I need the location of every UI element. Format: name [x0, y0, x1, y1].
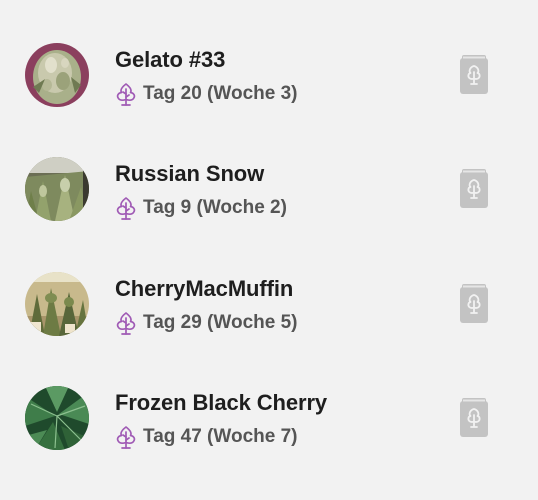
plant-list-item[interactable]: Gelato #33 Tag 20 (Woche 3) [0, 26, 538, 126]
plant-list-item[interactable]: Frozen Black Cherry Tag 47 (Woche 7) [0, 369, 538, 469]
plant-age: Tag 29 (Woche 5) [143, 312, 298, 333]
diary-book-icon[interactable] [458, 397, 490, 439]
plant-list: Gelato #33 Tag 20 (Woche 3) Russian Snow… [0, 0, 538, 500]
plant-age: Tag 9 (Woche 2) [143, 197, 287, 218]
plant-age: Tag 47 (Woche 7) [143, 426, 298, 447]
plant-icon [115, 82, 137, 106]
plant-age-info: Tag 47 (Woche 7) [115, 424, 298, 450]
plant-icon [115, 425, 137, 449]
plant-avatar [25, 272, 89, 336]
plant-age: Tag 20 (Woche 3) [143, 83, 298, 104]
plant-name: Russian Snow [115, 161, 265, 186]
plant-icon [115, 311, 137, 335]
plant-name: Frozen Black Cherry [115, 390, 328, 415]
plant-name: CherryMacMuffin [115, 276, 294, 301]
plant-avatar [25, 386, 89, 450]
plant-icon [115, 196, 137, 220]
diary-book-icon[interactable] [458, 54, 490, 96]
plant-avatar [25, 43, 89, 107]
diary-book-icon[interactable] [458, 168, 490, 210]
diary-book-icon[interactable] [458, 283, 490, 325]
plant-age-info: Tag 29 (Woche 5) [115, 310, 298, 336]
plant-name: Gelato #33 [115, 47, 226, 72]
plant-age-info: Tag 20 (Woche 3) [115, 81, 298, 107]
plant-list-item[interactable]: Russian Snow Tag 9 (Woche 2) [0, 140, 538, 240]
plant-age-info: Tag 9 (Woche 2) [115, 195, 287, 221]
plant-avatar [25, 157, 89, 221]
plant-list-item[interactable]: CherryMacMuffin Tag 29 (Woche 5) [0, 255, 538, 355]
